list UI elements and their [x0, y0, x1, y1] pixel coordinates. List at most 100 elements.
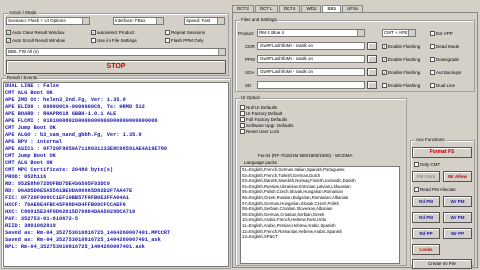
operation-select[interactable]: BB5, FW All (n) — [6, 48, 226, 56]
only-cmt-checkbox[interactable]: Only CMT — [414, 161, 440, 167]
checkbox-icon — [430, 43, 435, 49]
rd-pp-button[interactable]: Rd PP — [412, 228, 440, 239]
cdr-enable-flashing[interactable]: ✓ Enable Flashing — [382, 43, 420, 49]
aux-functions-title: Aux Functions — [415, 137, 446, 142]
sd-enable-flashing[interactable]: Enable Flashing — [382, 82, 420, 88]
sd-label: SD — [245, 83, 252, 88]
uda-path-field[interactable]: Gw#FLash\foMI - rasdk on — [257, 68, 365, 76]
autoselect-product-checkbox[interactable]: ✓ autoselect Product — [91, 29, 134, 35]
console-line: APE ALGO : b3_sam_nand_gbbh.Fg, Ver: 1.3… — [5, 132, 142, 138]
sd-path-field[interactable] — [257, 81, 365, 89]
console-line: RPL: Rm-04_352753010816725_1404260007401… — [5, 244, 145, 250]
speed-select[interactable]: Speed: Fast — [184, 17, 225, 25]
ppm-enable-flashing[interactable]: ✓ Enable Flashing — [382, 56, 420, 62]
language-packs-label: Language packs — [244, 160, 278, 165]
dual-line-checkbox[interactable]: Dual Line — [430, 82, 455, 88]
sd-browse-button[interactable] — [367, 81, 377, 89]
console-line: PAF: 352753-01-810672-5 — [5, 216, 79, 222]
checkbox-icon: ✓ — [382, 43, 387, 49]
checkbox-icon — [382, 82, 387, 88]
console-line: FIC: 0F720F906CC1EF10BB57F0FB0E3FFA04A1 — [5, 195, 129, 201]
flash-ppm-only-checkbox[interactable]: Flash PPM Only — [165, 37, 204, 43]
tab-bar: DCT3 DCT L DCT4 WD2 BB5 UFSx — [232, 5, 364, 12]
console-line: RD: 06AD5D6E5A5561BEUDA86665D82D2F7AA47E — [5, 188, 133, 194]
cdr-label: CDR — [245, 44, 255, 49]
checkbox-icon — [240, 110, 245, 116]
ppm-path-field[interactable]: Gw#FLash\foMI - rasdk on — [257, 55, 365, 63]
uda-browse-button[interactable] — [367, 68, 377, 76]
console-line: CMT MPC Certificate: 20480 byte(s) — [5, 167, 114, 173]
read-pm-allocate-checkbox[interactable]: Read PM Allocate — [414, 186, 456, 192]
repeat-sessions-checkbox[interactable]: Repeat Sessions — [165, 29, 205, 35]
tab-dct4[interactable]: DCT4 — [278, 5, 301, 12]
checkbox-icon — [430, 30, 435, 36]
ext-vpp-checkbox[interactable]: Ext VPP — [430, 30, 453, 36]
results-title: Result / Events — [6, 75, 39, 80]
product-label: Product — [238, 31, 254, 36]
checkbox-icon — [240, 122, 245, 128]
tab-dct-l[interactable]: DCT L — [254, 5, 278, 12]
console-line: CMT Jump Boot OK — [5, 125, 56, 131]
console-line: HXC: C86915E24F9D62015D76884DAA5029DCA71… — [5, 209, 136, 215]
checkbox-icon — [240, 128, 245, 134]
ppm-browse-button[interactable] — [367, 55, 377, 63]
tab-bb5[interactable]: BB5 — [322, 5, 341, 12]
checkbox-icon — [240, 116, 245, 122]
use-ini-checkbox[interactable]: Use ini File Settings — [91, 37, 137, 43]
console-line: Saved as: Rm-04_352753010816725_14042600… — [5, 237, 161, 243]
wr-pp-button[interactable]: Wr PP — [443, 228, 472, 239]
checkbox-icon — [430, 82, 435, 88]
files-settings-title: Files and Settings — [240, 17, 278, 22]
console-line: RD: 952E8h072DOFBD7DE4SG505F93DC0 — [5, 181, 110, 187]
downgrade-checkbox[interactable]: Downgrade — [430, 56, 459, 62]
checkbox-icon — [414, 186, 419, 192]
console-line: CMT Jump Boot OK — [5, 153, 56, 159]
wr-pm-button[interactable]: Wr PM — [443, 196, 472, 207]
tab-wd2[interactable]: WD2 — [301, 5, 322, 12]
checkbox-icon: ✓ — [6, 29, 11, 35]
rd-pm-button-2[interactable]: Rd PM — [412, 212, 440, 223]
create-ini-file-button[interactable]: Create Ini File — [412, 259, 472, 269]
console-line: APE ZMD Ot: helen3_2nd.Fg, Ver: 1.35.0 — [5, 97, 126, 103]
checkbox-icon: ✓ — [382, 56, 387, 62]
tab-dct3[interactable]: DCT3 — [232, 5, 254, 12]
dead-mode-checkbox[interactable]: Dead Mode — [430, 43, 459, 49]
console-line: CMT ALG Boot OK — [5, 160, 53, 166]
pm-store-button[interactable]: PM Store — [412, 171, 440, 182]
language-list[interactable]: 01=English,French,German,Italian,Spanish… — [240, 166, 400, 264]
checkbox-icon — [91, 37, 96, 43]
checkbox-icon — [240, 104, 245, 110]
console-line: APE BOARD : RHAPR618 GBBH-1.0.1 ALE — [5, 111, 117, 117]
wr-allow-button[interactable]: Wr Allow — [443, 171, 472, 182]
rd-pm-button[interactable]: Rd PM — [412, 196, 440, 207]
wr-pm-button-2[interactable]: Wr PM — [443, 212, 472, 223]
result-console[interactable]: DUAL LINE : False CMT ALG Boot OK APE ZMD … — [3, 82, 229, 267]
tab-ufsx[interactable]: UFSx — [341, 5, 364, 12]
cdr-path-field[interactable]: Gw#FLash\foMI - rasdk on — [257, 42, 365, 50]
ui-option-4[interactable]: Reset User Lock — [240, 128, 279, 134]
locks-button[interactable]: Locks — [412, 244, 440, 255]
uda-enable-flashing[interactable]: ✓ Enable Flashing — [382, 69, 420, 75]
language-item[interactable]: 13=English,SP&CT — [242, 234, 399, 240]
console-line: APE ASIC1 : 0F720F9050A7118031133E8C0659… — [5, 146, 168, 152]
checkbox-icon — [430, 56, 435, 62]
auto-scroll-checkbox[interactable]: ✓ Auto Scroll Result Window — [6, 37, 65, 43]
aut-backups-checkbox[interactable]: Aut Backups — [430, 69, 461, 75]
console-line: APE RPV : internal — [5, 139, 63, 145]
console-line: CMT ALG Boot OK — [5, 90, 53, 96]
checkbox-icon: ✓ — [382, 69, 387, 75]
console-line: HXCF: 70AE8E4FBC45F08D4D4FFB09CFCCAEF6 — [5, 202, 126, 208]
console-line: APE ELID0 : 000000CA-0000000C8, Ts: HRMD… — [5, 104, 145, 110]
format-fs-button[interactable]: Format FS — [412, 147, 472, 158]
auto-clear-checkbox[interactable]: ✓ Auto Clear Result Window — [6, 29, 65, 35]
fw-info-label: Fw-04 (RF-7015/1M 580/1800/1900) - WCDMA — [258, 153, 353, 158]
flash-mode-select[interactable]: CMT + APE — [382, 29, 416, 37]
stop-button[interactable]: STOP — [6, 60, 226, 74]
cdr-browse-button[interactable] — [367, 42, 377, 50]
checkbox-icon: ✓ — [91, 29, 96, 35]
interface-select[interactable]: Interface: FBus — [113, 17, 164, 25]
checkbox-icon — [165, 29, 170, 35]
mode-select[interactable]: Scenario: Flash + UI Options — [6, 17, 90, 25]
console-line: RIID: 3801062019 — [5, 223, 56, 229]
product-select[interactable]: RM-1 Blue 4 — [257, 29, 365, 37]
